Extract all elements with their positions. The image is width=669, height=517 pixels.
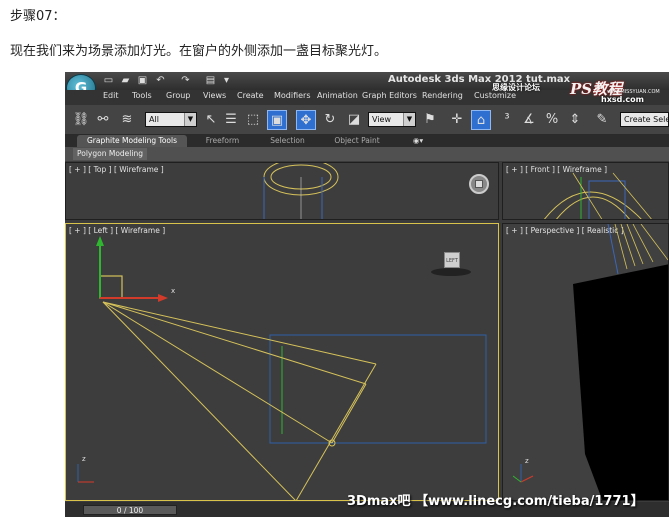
new-file-icon[interactable]: ▭: [103, 75, 114, 86]
front-view-geometry: [544, 172, 652, 219]
gizmo-x-axis-label: x: [171, 287, 176, 295]
menu-animation[interactable]: Animation: [317, 91, 358, 100]
select-by-name-icon[interactable]: ☰: [221, 110, 241, 130]
chevron-down-icon: ▼: [184, 113, 196, 126]
ribbon-tabs: Graphite Modeling Tools Freeform Selecti…: [65, 135, 669, 147]
menu-rendering[interactable]: Rendering: [422, 91, 463, 100]
viewcube-left[interactable]: LEFT: [431, 252, 471, 280]
menu-create[interactable]: Create: [237, 91, 264, 100]
redo-icon[interactable]: ↷: [180, 75, 191, 86]
selection-region-icon[interactable]: ⬚: [243, 110, 263, 130]
undo-icon[interactable]: ↶: [155, 75, 166, 86]
tab-freeform[interactable]: Freeform: [195, 135, 250, 147]
select-and-scale-icon[interactable]: ◪: [344, 110, 364, 130]
perspective-z-axis-label: z: [525, 457, 529, 465]
ribbon-options-icon[interactable]: ◉▾: [409, 135, 427, 147]
menu-graph-editors[interactable]: Graph Editors: [362, 91, 417, 100]
pivot-point-icon[interactable]: ⚑: [420, 110, 440, 130]
menu-modifiers[interactable]: Modifiers: [274, 91, 311, 100]
main-toolbar: ⛓ ⚯ ≋ All ▼ ↖ ☰ ⬚ ▣ ✥ ↻ ◪ View ▼ ⚑ ✛ ⌂ ³…: [65, 105, 669, 135]
named-selection-set-input[interactable]: Create Selection: [620, 112, 669, 127]
tab-graphite-modeling-tools[interactable]: Graphite Modeling Tools: [77, 135, 187, 147]
site-url-watermark: hxsd.com: [601, 95, 644, 104]
viewport-front[interactable]: [ + ] [ Front ] [ Wireframe ]: [502, 162, 669, 220]
viewport-perspective[interactable]: [ + ] [ Perspective ] [ Realistic ] z: [502, 223, 669, 501]
select-and-link-icon[interactable]: ⛓: [71, 110, 91, 130]
selection-filter-value: All: [149, 115, 159, 124]
top-view-geometry: [263, 163, 339, 219]
selection-filter-select[interactable]: All ▼: [145, 112, 197, 127]
edit-named-selection-icon[interactable]: ✎: [592, 110, 612, 130]
viewcube-face-icon: [475, 180, 483, 188]
select-and-move-icon[interactable]: ✥: [296, 110, 316, 130]
menu-views[interactable]: Views: [203, 91, 226, 100]
select-and-manipulate-icon[interactable]: ✛: [447, 110, 467, 130]
viewcube-ring-icon: [431, 268, 471, 276]
project-folder-icon[interactable]: ▤: [205, 75, 216, 86]
viewport-left[interactable]: [ + ] [ Left ] [ Wireframe ] x z LEFT: [65, 223, 499, 501]
menu-edit[interactable]: Edit: [103, 91, 119, 100]
select-and-rotate-icon[interactable]: ↻: [320, 110, 340, 130]
viewcube-top[interactable]: [469, 174, 489, 194]
reference-coordinate-select[interactable]: View ▼: [368, 112, 416, 127]
bind-space-warp-icon[interactable]: ≋: [117, 110, 137, 130]
spinner-snap-icon[interactable]: ⇕: [565, 110, 585, 130]
bottom-watermark: 3Dmax吧 【www.linecg.com/tieba/1771】: [347, 494, 644, 509]
tab-selection[interactable]: Selection: [260, 135, 315, 147]
panel-polygon-modeling[interactable]: Polygon Modeling: [73, 148, 147, 160]
open-file-icon[interactable]: ▰: [120, 75, 131, 86]
menu-tools[interactable]: Tools: [132, 91, 152, 100]
menu-group[interactable]: Group: [166, 91, 190, 100]
step-title: 步骤07：: [10, 9, 66, 24]
time-slider[interactable]: 0 / 100: [83, 505, 177, 515]
keyboard-shortcut-override-icon[interactable]: ⌂: [471, 110, 491, 130]
percent-snap-icon[interactable]: %: [542, 110, 562, 130]
unlink-icon[interactable]: ⚯: [93, 110, 113, 130]
tripod-z-axis-label: z: [82, 455, 86, 463]
quick-access-dropdown-icon[interactable]: ▾: [221, 75, 232, 86]
snaps-toggle-icon[interactable]: ³: [497, 110, 517, 130]
viewcube-face-left: LEFT: [444, 252, 460, 268]
ribbon-panel-bar: Polygon Modeling: [65, 147, 669, 161]
save-icon[interactable]: ▣: [137, 75, 148, 86]
window-crossing-icon[interactable]: ▣: [267, 110, 287, 130]
viewport-top[interactable]: [ + ] [ Top ] [ Wireframe ]: [65, 162, 499, 220]
chevron-down-icon: ▼: [403, 113, 415, 126]
tab-object-paint[interactable]: Object Paint: [327, 135, 387, 147]
3dsmax-window: ▭ ▰ ▣ ↶ ↷ ▤ ▾ Autodesk 3ds Max 2012 tut.…: [65, 72, 669, 517]
forum-watermark: 思缘设计论坛: [492, 83, 540, 92]
reference-coordinate-value: View: [372, 115, 391, 124]
instruction-text: 现在我们来为场景添加灯光。在窗户的外侧添加一盏目标聚光灯。: [10, 44, 388, 59]
angle-snap-icon[interactable]: ∡: [519, 110, 539, 130]
window-title: Autodesk 3ds Max 2012 tut.max: [388, 74, 571, 85]
select-object-icon[interactable]: ↖: [201, 110, 221, 130]
